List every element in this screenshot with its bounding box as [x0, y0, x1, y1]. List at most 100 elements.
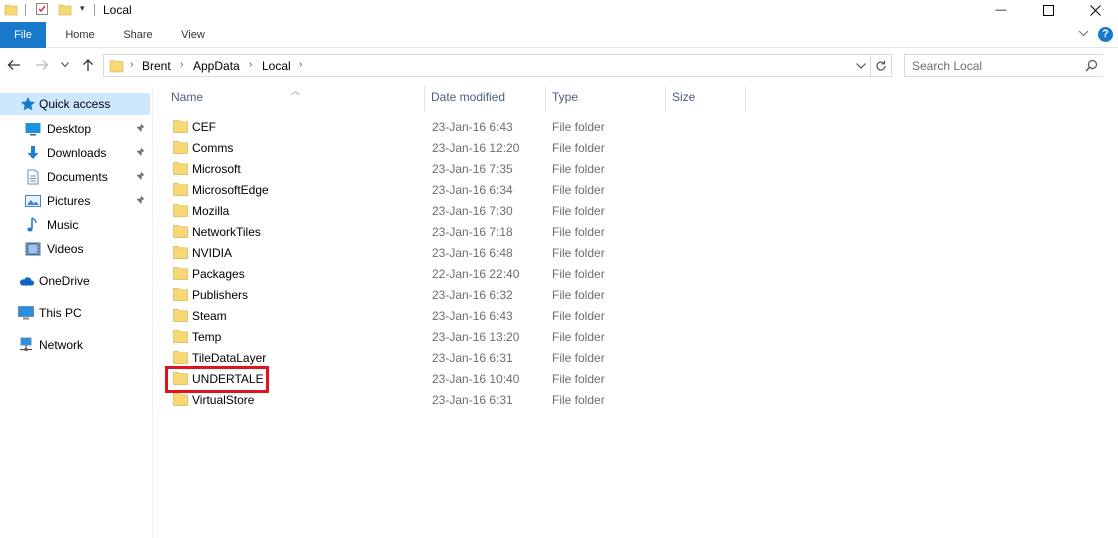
sidebar-item-music[interactable]: Music: [0, 214, 150, 236]
properties-icon[interactable]: [35, 2, 49, 16]
documents-icon: [27, 169, 39, 185]
file-name: TileDataLayer: [192, 351, 267, 365]
breadcrumb-appdata[interactable]: AppData: [193, 59, 240, 73]
back-button[interactable]: [4, 56, 24, 74]
tab-file[interactable]: File: [0, 22, 46, 48]
search-box[interactable]: [904, 54, 1105, 77]
file-date-modified: 23-Jan-16 6:32: [432, 288, 513, 302]
breadcrumb-separator-icon[interactable]: ›: [180, 59, 183, 70]
help-icon[interactable]: ?: [1098, 27, 1113, 42]
sidebar-item-onedrive[interactable]: OneDrive: [0, 270, 150, 292]
downloads-icon: [27, 146, 39, 159]
sidebar-item-desktop[interactable]: Desktop: [0, 118, 150, 140]
table-row[interactable]: CEF 23-Jan-16 6:43 File folder: [165, 116, 755, 137]
file-name: Comms: [192, 141, 234, 155]
column-header-name[interactable]: Name: [171, 90, 203, 104]
table-row[interactable]: TileDataLayer 23-Jan-16 6:31 File folder: [165, 347, 755, 368]
new-folder-icon[interactable]: [58, 2, 72, 16]
pin-icon[interactable]: [136, 171, 145, 180]
column-divider[interactable]: [665, 86, 666, 112]
videos-icon: [25, 242, 41, 256]
sidebar-item-documents[interactable]: Documents: [0, 166, 150, 188]
file-type: File folder: [552, 183, 605, 197]
breadcrumb-local[interactable]: Local: [262, 59, 291, 73]
table-row[interactable]: Packages 22-Jan-16 22:40 File folder: [165, 263, 755, 284]
table-row[interactable]: Publishers 23-Jan-16 6:32 File folder: [165, 284, 755, 305]
forward-button[interactable]: [32, 56, 52, 74]
column-header-size[interactable]: Size: [672, 90, 695, 104]
table-row[interactable]: Mozilla 23-Jan-16 7:30 File folder: [165, 200, 755, 221]
sidebar-item-label: Network: [39, 338, 84, 352]
address-bar[interactable]: › Brent › AppData › Local ›: [103, 54, 871, 77]
file-name: Mozilla: [192, 204, 230, 218]
table-row[interactable]: NVIDIA 23-Jan-16 6:48 File folder: [165, 242, 755, 263]
search-input[interactable]: [905, 55, 1085, 76]
desktop-icon: [25, 123, 41, 136]
file-date-modified: 23-Jan-16 10:40: [432, 372, 520, 386]
pin-icon[interactable]: [136, 123, 145, 132]
column-header-date-modified[interactable]: Date modified: [431, 90, 505, 104]
file-date-modified: 23-Jan-16 6:43: [432, 309, 513, 323]
file-type: File folder: [552, 162, 605, 176]
tab-view[interactable]: View: [171, 22, 215, 48]
customize-quick-access-icon[interactable]: ▾: [80, 3, 85, 14]
file-list: ︿ Name Date modified Type Size CEF 23-Jan…: [153, 84, 1103, 538]
file-date-modified: 22-Jan-16 22:40: [432, 267, 520, 281]
tab-home[interactable]: Home: [58, 22, 102, 48]
chevron-down-icon: [61, 62, 69, 68]
table-row[interactable]: MicrosoftEdge 23-Jan-16 6:34 File folder: [165, 179, 755, 200]
refresh-button[interactable]: [871, 54, 892, 77]
close-button[interactable]: [1072, 0, 1118, 20]
up-arrow-icon: [83, 59, 93, 71]
pin-icon[interactable]: [136, 195, 145, 204]
folder-icon: [173, 120, 188, 133]
sidebar-item-quick-access[interactable]: Quick access: [0, 93, 150, 115]
file-date-modified: 23-Jan-16 7:30: [432, 204, 513, 218]
column-header-type[interactable]: Type: [552, 90, 578, 104]
sidebar-item-videos[interactable]: Videos: [0, 238, 150, 260]
file-name: Steam: [192, 309, 227, 323]
table-row[interactable]: Temp 23-Jan-16 13:20 File folder: [165, 326, 755, 347]
folder-icon: [173, 162, 188, 175]
maximize-button[interactable]: [1025, 0, 1071, 20]
sidebar-item-pictures[interactable]: Pictures: [0, 190, 150, 212]
sidebar-item-downloads[interactable]: Downloads: [0, 142, 150, 164]
folder-icon: [173, 204, 188, 217]
column-divider[interactable]: [745, 86, 746, 112]
vertical-scrollbar[interactable]: [1103, 48, 1118, 538]
sidebar-item-network[interactable]: Network: [0, 334, 150, 356]
file-type: File folder: [552, 120, 605, 134]
folder-icon: [173, 267, 188, 280]
close-icon: [1089, 4, 1101, 16]
sort-ascending-icon: ︿: [291, 86, 301, 96]
breadcrumb-separator-icon[interactable]: ›: [130, 59, 133, 70]
forward-arrow-icon: [36, 60, 49, 70]
sidebar-item-this-pc[interactable]: This PC: [0, 302, 150, 324]
recent-locations-button[interactable]: [58, 56, 72, 74]
breadcrumb-brent[interactable]: Brent: [142, 59, 171, 73]
ribbon: File Home Share View ?: [0, 22, 1118, 48]
table-row[interactable]: NetworkTiles 23-Jan-16 7:18 File folder: [165, 221, 755, 242]
table-row[interactable]: Microsoft 23-Jan-16 7:35 File folder: [165, 158, 755, 179]
expand-ribbon-icon[interactable]: [1078, 30, 1089, 38]
table-row[interactable]: Comms 23-Jan-16 12:20 File folder: [165, 137, 755, 158]
table-row[interactable]: Steam 23-Jan-16 6:43 File folder: [165, 305, 755, 326]
file-name: Publishers: [192, 288, 249, 302]
column-divider[interactable]: [424, 86, 425, 112]
file-type: File folder: [552, 267, 605, 281]
minimize-button[interactable]: —: [978, 0, 1024, 20]
file-type: File folder: [552, 309, 605, 323]
tab-share[interactable]: Share: [116, 22, 160, 48]
file-date-modified: 23-Jan-16 7:35: [432, 162, 513, 176]
file-date-modified: 23-Jan-16 6:43: [432, 120, 513, 134]
pin-icon[interactable]: [136, 147, 145, 156]
address-dropdown-icon[interactable]: [856, 63, 866, 69]
file-date-modified: 23-Jan-16 6:31: [432, 393, 513, 407]
column-divider[interactable]: [545, 86, 546, 112]
sidebar-item-label: Downloads: [47, 146, 107, 160]
search-icon[interactable]: [1085, 59, 1098, 72]
up-button[interactable]: [78, 56, 98, 74]
sidebar-item-label: Music: [47, 218, 79, 232]
breadcrumb-separator-icon[interactable]: ›: [299, 59, 302, 70]
breadcrumb-separator-icon[interactable]: ›: [249, 59, 252, 70]
